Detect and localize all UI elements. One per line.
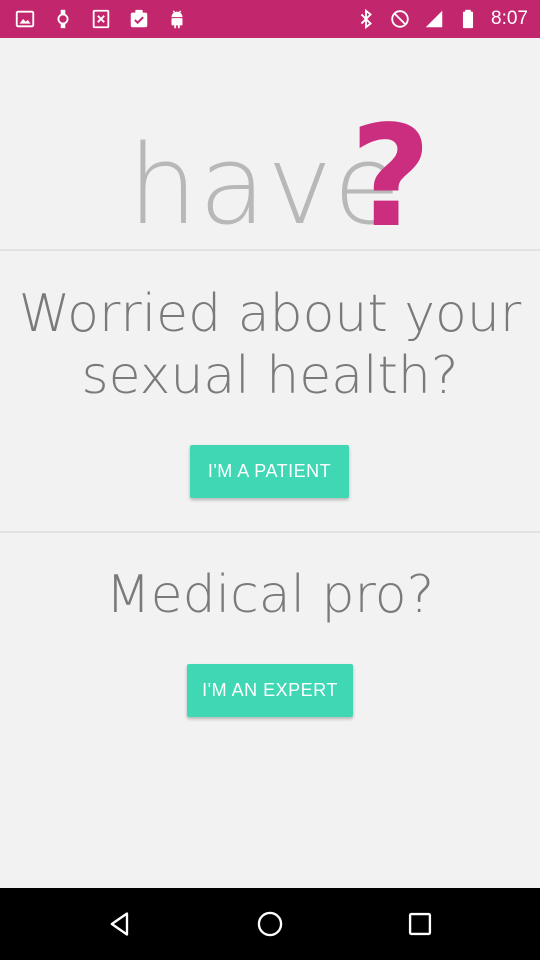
- battery-icon: [457, 6, 479, 32]
- do-not-disturb-icon: [389, 6, 411, 32]
- patient-button[interactable]: I'M A PATIENT: [190, 445, 349, 498]
- signal-icon: [423, 6, 445, 32]
- checklist-icon: [128, 6, 150, 32]
- status-bar: 8:07: [0, 0, 540, 38]
- expert-title: Medical pro?: [105, 565, 435, 625]
- expert-button[interactable]: I'M AN EXPERT: [187, 664, 353, 717]
- status-time: 8:07: [491, 8, 528, 29]
- notification-icons: [14, 6, 188, 32]
- image-icon: [14, 6, 36, 32]
- android-icon: [166, 6, 188, 32]
- patient-title-line1: Worried about your: [18, 284, 522, 344]
- patient-title-line2: sexual health?: [81, 346, 459, 406]
- divider-middle: [0, 531, 540, 533]
- navigation-bar: [0, 888, 540, 960]
- system-icons: 8:07: [355, 6, 528, 32]
- recents-icon[interactable]: [400, 904, 440, 944]
- divider-top: [0, 249, 540, 251]
- home-icon[interactable]: [250, 904, 290, 944]
- watch-icon: [52, 6, 74, 32]
- app-screen: 8:07 have ? Worried about your sexual he…: [0, 0, 540, 960]
- bluetooth-icon: [355, 6, 377, 32]
- close-box-icon: [90, 6, 112, 32]
- have-logo: have ?: [0, 38, 540, 250]
- back-icon[interactable]: [100, 904, 140, 944]
- logo-question-mark: ?: [350, 96, 432, 259]
